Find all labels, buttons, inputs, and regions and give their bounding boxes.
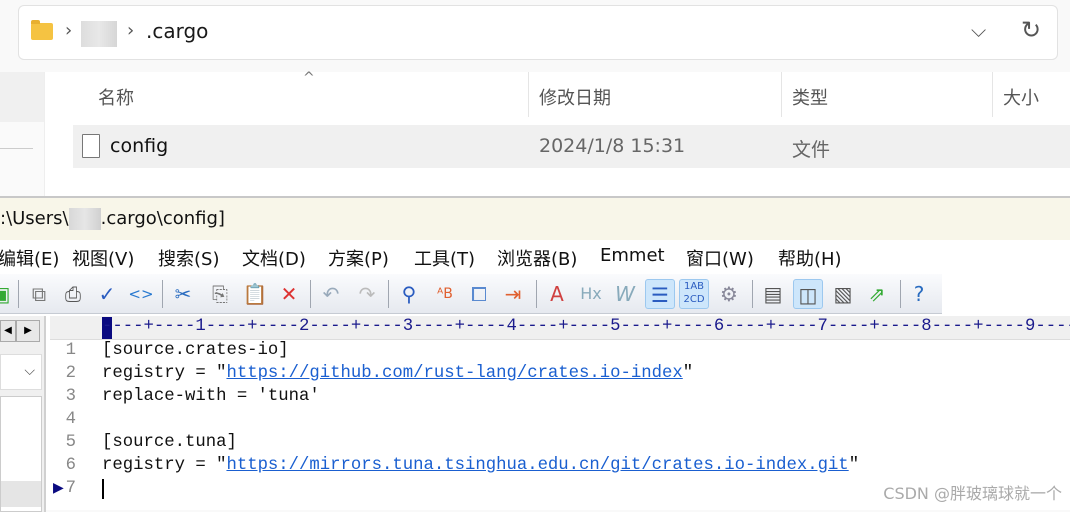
- file-list: ^ 名称 修改日期 类型 大小 config 2024/1/8 15:31 文件: [45, 70, 1070, 196]
- folder-icon: [31, 20, 53, 40]
- address-bar[interactable]: › › .cargo ⌵ ↻: [18, 5, 1058, 60]
- replace-icon[interactable]: ᴬB: [430, 279, 460, 309]
- code-line[interactable]: 2 registry = "https://github.com/rust-lan…: [50, 364, 1070, 387]
- code-link[interactable]: https://mirrors.tuna.tsinghua.edu.cn/git…: [226, 456, 848, 475]
- menu-bar: 编辑(E) 视图(V) 搜索(S) 文档(D) 方案(P) 工具(T) 浏览器(…: [0, 240, 1070, 274]
- window-title-suffix: .cargo\config]: [100, 208, 225, 229]
- column-modified[interactable]: 修改日期: [539, 84, 611, 110]
- menu-help[interactable]: 帮助(H): [778, 245, 842, 271]
- code-view-icon[interactable]: <>: [126, 279, 156, 309]
- cut-icon[interactable]: ✂: [168, 279, 198, 309]
- sidebar-view-icon[interactable]: ◫: [793, 279, 823, 309]
- file-name: config: [110, 135, 169, 157]
- chevron-down-icon[interactable]: ⌵: [971, 18, 986, 42]
- menu-browser[interactable]: 浏览器(B): [497, 245, 577, 271]
- code-text: ": [848, 456, 860, 475]
- goto-line-icon[interactable]: ⇥: [498, 279, 528, 309]
- print-preview-icon[interactable]: ⧉: [24, 279, 54, 309]
- code-text: [source.crates-io]: [102, 341, 289, 360]
- find-in-files-icon[interactable]: ⧠: [464, 279, 494, 309]
- indent-icon[interactable]: ☰: [645, 279, 675, 309]
- delete-icon[interactable]: ✕: [274, 279, 304, 309]
- line-numbers-icon[interactable]: 1AB 2CD: [679, 279, 709, 309]
- side-panel: ◀ ▶ ⌵: [0, 316, 46, 512]
- code-editor[interactable]: 1 [source.crates-io] 2 registry = "https://…: [50, 341, 1070, 502]
- line-number: 1: [65, 341, 76, 360]
- dropdown[interactable]: ⌵: [0, 354, 42, 390]
- line-number: 3: [65, 387, 76, 406]
- editor-window: :\Users\ .cargo\config] 编辑(E) 视图(V) 搜索(S)…: [0, 196, 1070, 512]
- line-number: 2: [65, 364, 76, 383]
- title-bar: :\Users\ .cargo\config]: [0, 198, 1070, 240]
- menu-view[interactable]: 视图(V): [72, 245, 134, 271]
- file-modified: 2024/1/8 15:31: [539, 135, 686, 157]
- heading-icon[interactable]: Hx: [576, 279, 606, 309]
- toolbar: ▣ ⧉ ⎙ ✓ <> ✂ ⎘ 📋 ✕ ↶ ↷ ⚲ ᴬB ⧠ ⇥ A Hx W ☰…: [0, 274, 942, 314]
- text-cursor: [102, 479, 104, 499]
- line-number: 5: [65, 433, 76, 452]
- ruler-text: ----+----1----+----2----+----3----+----4…: [102, 317, 1070, 336]
- menu-edit[interactable]: 编辑(E): [0, 245, 59, 271]
- file-row[interactable]: config 2024/1/8 15:31 文件: [73, 125, 1070, 168]
- save-icon[interactable]: ▣: [0, 279, 16, 309]
- refresh-icon[interactable]: ↻: [1021, 16, 1041, 44]
- code-text: ": [682, 364, 694, 383]
- column-size[interactable]: 大小: [1003, 84, 1039, 110]
- file-tree[interactable]: [0, 396, 42, 512]
- code-text: [source.tuna]: [102, 433, 237, 452]
- code-line[interactable]: 4: [50, 410, 1070, 433]
- undo-icon[interactable]: ↶: [316, 279, 346, 309]
- preview-icon[interactable]: ▧: [828, 279, 858, 309]
- menu-scheme[interactable]: 方案(P): [328, 245, 389, 271]
- menu-tools[interactable]: 工具(T): [414, 245, 475, 271]
- code-text: replace-with = 'tuna': [102, 387, 320, 406]
- file-explorer: › › .cargo ⌵ ↻ ^ 名称 修改日期 类型 大小 config 20…: [0, 0, 1070, 196]
- code-line[interactable]: 6 registry = "https://mirrors.tuna.tsingh…: [50, 456, 1070, 479]
- external-browser-icon[interactable]: ⇗: [862, 279, 892, 309]
- list-view-icon[interactable]: ▤: [758, 279, 788, 309]
- column-type[interactable]: 类型: [792, 84, 828, 110]
- code-line[interactable]: 3 replace-with = 'tuna': [50, 387, 1070, 410]
- code-link[interactable]: https://github.com/rust-lang/crates.io-i…: [226, 364, 682, 383]
- column-name[interactable]: 名称: [98, 84, 134, 110]
- line-number: 7: [65, 479, 76, 498]
- settings-icon[interactable]: ⚙: [714, 279, 744, 309]
- code-line[interactable]: 1 [source.crates-io]: [50, 341, 1070, 364]
- chevron-right-icon: ›: [127, 20, 135, 41]
- line-number: 6: [65, 456, 76, 475]
- file-type: 文件: [792, 139, 831, 161]
- chevron-right-icon: ›: [65, 20, 73, 41]
- breadcrumb-current[interactable]: .cargo: [146, 19, 208, 43]
- help-cursor-icon[interactable]: ?: [904, 279, 934, 309]
- line-number: 4: [65, 410, 76, 429]
- wordwrap-icon[interactable]: W: [610, 279, 640, 309]
- print-icon[interactable]: ⎙: [58, 279, 88, 309]
- scroll-left-button[interactable]: ◀: [0, 320, 16, 342]
- menu-emmet[interactable]: Emmet: [600, 245, 665, 266]
- scroll-right-button[interactable]: ▶: [16, 320, 40, 342]
- code-line[interactable]: 5 [source.tuna]: [50, 433, 1070, 456]
- code-text: registry = ": [102, 456, 227, 475]
- watermark: CSDN @胖玻璃球就一个: [883, 484, 1062, 503]
- blurred-crumb: [81, 21, 117, 47]
- sort-up-icon: ^: [303, 70, 315, 86]
- paste-icon[interactable]: 📋: [240, 279, 270, 309]
- menu-search[interactable]: 搜索(S): [158, 245, 219, 271]
- spellcheck-icon[interactable]: ✓: [92, 279, 122, 309]
- find-icon[interactable]: ⚲: [394, 279, 424, 309]
- menu-document[interactable]: 文档(D): [242, 245, 306, 271]
- file-icon: [82, 134, 100, 158]
- copy-icon[interactable]: ⎘: [205, 279, 235, 309]
- menu-window[interactable]: 窗口(W): [686, 245, 754, 271]
- navigation-pane: [0, 72, 45, 196]
- font-icon[interactable]: A: [542, 279, 572, 309]
- column-ruler: ----+----1----+----2----+----3----+----4…: [50, 316, 1070, 340]
- code-text: registry = ": [102, 364, 227, 383]
- redo-icon[interactable]: ↷: [352, 279, 382, 309]
- window-title: :\Users\: [0, 208, 69, 229]
